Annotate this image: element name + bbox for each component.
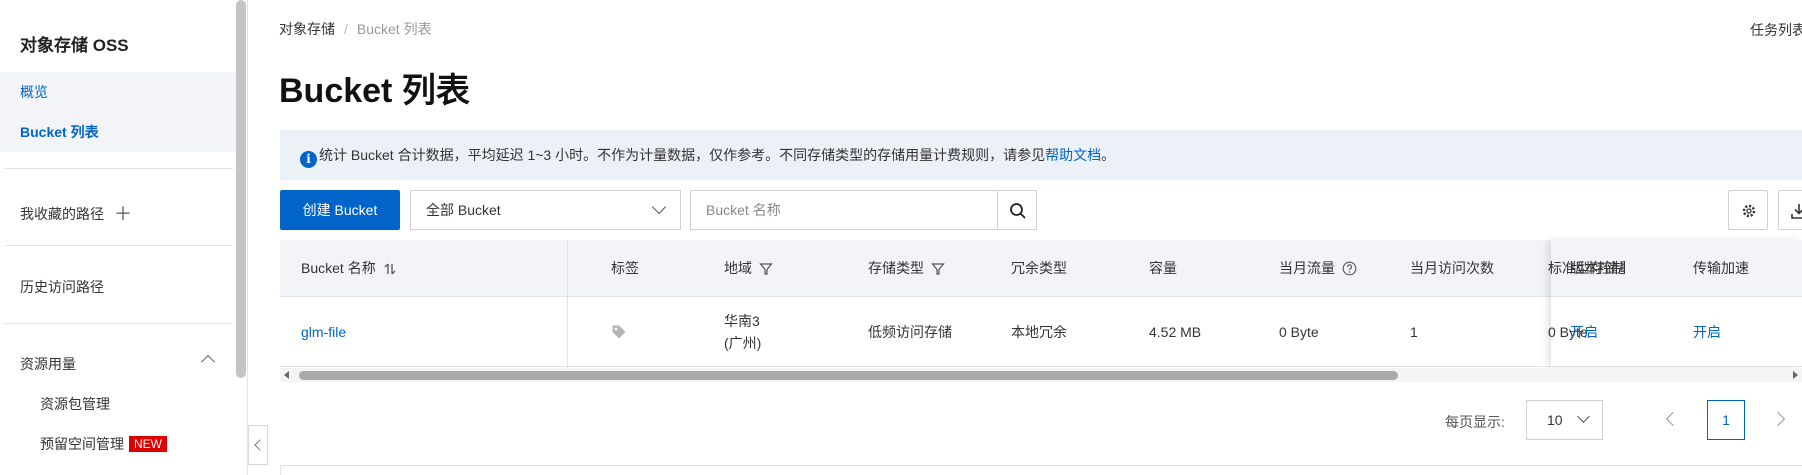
download-button[interactable] <box>1778 190 1802 230</box>
sidebar-item-favorites[interactable]: 我收藏的路径 ＋ <box>20 200 132 226</box>
sidebar-title: 对象存储 OSS <box>20 36 129 55</box>
settings-button[interactable] <box>1728 190 1768 230</box>
info-icon: i <box>300 151 317 168</box>
chevron-left-icon <box>254 439 266 451</box>
visits-cell: 1 <box>1410 324 1418 340</box>
help-doc-link[interactable]: 帮助文档 <box>1045 147 1101 163</box>
current-page-button[interactable]: 1 <box>1707 400 1745 440</box>
search-button[interactable] <box>997 190 1037 230</box>
sidebar-item-resource-usage[interactable]: 资源用量 <box>20 354 76 374</box>
col-bucket-name-label: Bucket 名称 <box>301 260 376 276</box>
col-tags: 标签 <box>611 260 639 276</box>
panel-edge <box>280 465 1802 475</box>
breadcrumb-separator: / <box>344 21 348 37</box>
page-title: Bucket 列表 <box>279 72 470 110</box>
oss-console: 对象存储 OSS 概览 Bucket 列表 我收藏的路径 ＋ 历史访问路径 资源用… <box>0 0 1802 475</box>
scroll-right-icon[interactable] <box>1793 371 1798 379</box>
chevron-down-icon <box>1577 410 1590 423</box>
sidebar-scrollbar[interactable] <box>236 0 246 378</box>
prev-page-icon[interactable] <box>1665 411 1681 427</box>
capacity-cell: 4.52 MB <box>1149 324 1202 340</box>
notice-end: 。 <box>1101 147 1116 163</box>
sidebar-item-reserved-space[interactable]: 预留空间管理 NEW <box>40 434 167 454</box>
scroll-left-icon[interactable] <box>284 371 289 379</box>
next-page-icon[interactable] <box>1770 411 1786 427</box>
sidebar-item-history[interactable]: 历史访问路径 <box>20 277 104 297</box>
region-cell: 华南3 (广州) <box>724 297 761 367</box>
col-region-label: 地域 <box>724 260 752 276</box>
divider <box>5 323 233 324</box>
breadcrumb-root[interactable]: 对象存储 <box>279 21 335 37</box>
task-list-link[interactable]: 任务列表 <box>1750 20 1802 40</box>
notice-text: 统计 Bucket 合计数据，平均延迟 1~3 小时。不作为计量数据，仅作参考。… <box>319 147 1046 163</box>
gear-icon <box>1742 204 1756 218</box>
fixed-columns-region <box>1551 240 1802 367</box>
redundancy-cell: 本地冗余 <box>1011 324 1067 340</box>
breadcrumb-current: Bucket 列表 <box>356 21 432 37</box>
filter-icon[interactable] <box>759 262 773 276</box>
page-size-value: 10 <box>1547 412 1563 428</box>
chevron-down-icon <box>651 199 667 215</box>
bucket-search-input[interactable] <box>690 190 998 230</box>
col-monthly-traffic-label: 当月流量 <box>1279 260 1335 276</box>
tag-icon[interactable] <box>611 324 627 340</box>
divider <box>5 245 233 246</box>
col-monthly-visits: 当月访问次数 <box>1410 260 1494 276</box>
filter-icon[interactable] <box>931 262 945 276</box>
col-capacity: 容量 <box>1149 260 1177 276</box>
help-icon[interactable] <box>1342 261 1357 276</box>
col-storage-class[interactable]: 存储类型 <box>868 240 945 297</box>
storage-class-cell: 低频访问存储 <box>868 324 952 340</box>
column-divider <box>567 240 568 368</box>
sort-icon[interactable] <box>383 262 397 276</box>
scrollbar-thumb[interactable] <box>299 371 1398 380</box>
page-size-select[interactable]: 10 <box>1526 400 1603 440</box>
bucket-name-link[interactable]: glm-file <box>301 297 346 367</box>
col-redundancy: 冗余类型 <box>1011 260 1067 276</box>
col-storage-class-label: 存储类型 <box>868 260 924 276</box>
sidebar-item-overview[interactable]: 概览 <box>0 72 236 112</box>
reserved-space-label: 预留空间管理 <box>40 436 124 452</box>
page-size-label: 每页显示: <box>1445 414 1505 430</box>
col-bucket-name[interactable]: Bucket 名称 <box>301 240 397 297</box>
traffic-cell: 0 Byte <box>1279 324 1319 340</box>
download-icon <box>1791 204 1802 219</box>
sidebar-item-bucket-list[interactable]: Bucket 列表 <box>0 112 236 152</box>
create-bucket-button[interactable]: 创建 Bucket <box>280 190 400 230</box>
collapse-sidebar-button[interactable] <box>248 425 268 465</box>
search-icon <box>1010 203 1026 219</box>
info-notice: i 统计 Bucket 合计数据，平均延迟 1~3 小时。不作为计量数据，仅作参考… <box>280 130 1802 180</box>
add-icon[interactable]: ＋ <box>114 204 132 224</box>
bucket-filter-select[interactable]: 全部 Bucket <box>410 190 681 230</box>
favorites-label: 我收藏的路径 <box>20 206 104 222</box>
chevron-up-icon[interactable] <box>200 354 216 370</box>
new-badge: NEW <box>129 436 167 452</box>
sidebar-item-resource-pack[interactable]: 资源包管理 <box>40 394 110 414</box>
col-monthly-traffic: 当月流量 <box>1279 240 1357 297</box>
col-region[interactable]: 地域 <box>724 240 773 297</box>
table-horizontal-scrollbar[interactable] <box>280 368 1802 382</box>
tag-cell[interactable] <box>611 297 627 367</box>
region-city: (广州) <box>724 335 762 351</box>
region-name: 华南3 <box>724 313 760 329</box>
sidebar: 对象存储 OSS 概览 Bucket 列表 我收藏的路径 ＋ 历史访问路径 资源用… <box>0 0 248 475</box>
bucket-filter-value: 全部 Bucket <box>426 202 501 218</box>
divider <box>5 168 233 169</box>
bucket-table: Bucket 名称 标签 地域 存储类型 冗余类型 容量 当月流量 当月访问次数… <box>280 240 1802 368</box>
breadcrumb: 对象存储 / Bucket 列表 <box>279 19 432 39</box>
